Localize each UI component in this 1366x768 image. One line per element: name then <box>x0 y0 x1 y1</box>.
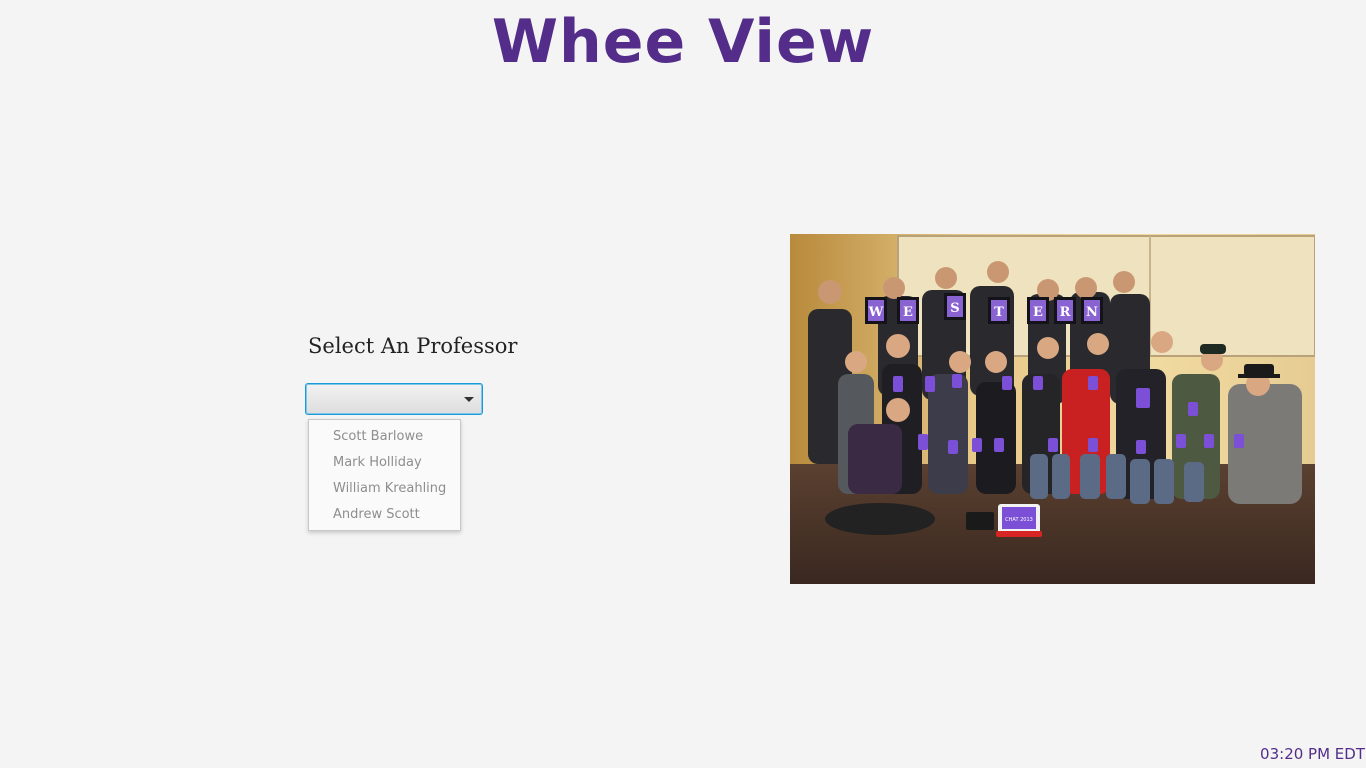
svg-text:T: T <box>994 305 1004 320</box>
professor-combobox[interactable] <box>305 383 483 415</box>
svg-text:N: N <box>1086 305 1098 320</box>
dropdown-option-william-kreahling[interactable]: William Kreahling <box>309 476 460 502</box>
group-photo: W E S T E R N CHAT 2013 <box>790 234 1315 584</box>
svg-text:R: R <box>1060 305 1071 320</box>
app-window: Whee View Select An Professor Scott Barl… <box>0 0 1366 768</box>
floor-tablet-label: CHAT 2013 <box>1005 517 1033 523</box>
dropdown-option-scott-barlowe[interactable]: Scott Barlowe <box>309 424 460 450</box>
professor-dropdown-list: Scott Barlowe Mark Holliday William Krea… <box>308 419 461 531</box>
svg-text:E: E <box>1033 305 1043 320</box>
svg-text:S: S <box>950 301 959 316</box>
professor-select-label: Select An Professor <box>308 334 518 358</box>
status-clock: 03:20 PM EDT <box>1260 745 1365 763</box>
app-title: Whee View <box>491 7 875 77</box>
dropdown-option-andrew-scott[interactable]: Andrew Scott <box>309 502 460 528</box>
svg-text:W: W <box>868 305 884 320</box>
dropdown-option-mark-holliday[interactable]: Mark Holliday <box>309 450 460 476</box>
chevron-down-icon[interactable] <box>464 397 474 402</box>
svg-text:E: E <box>903 305 913 320</box>
